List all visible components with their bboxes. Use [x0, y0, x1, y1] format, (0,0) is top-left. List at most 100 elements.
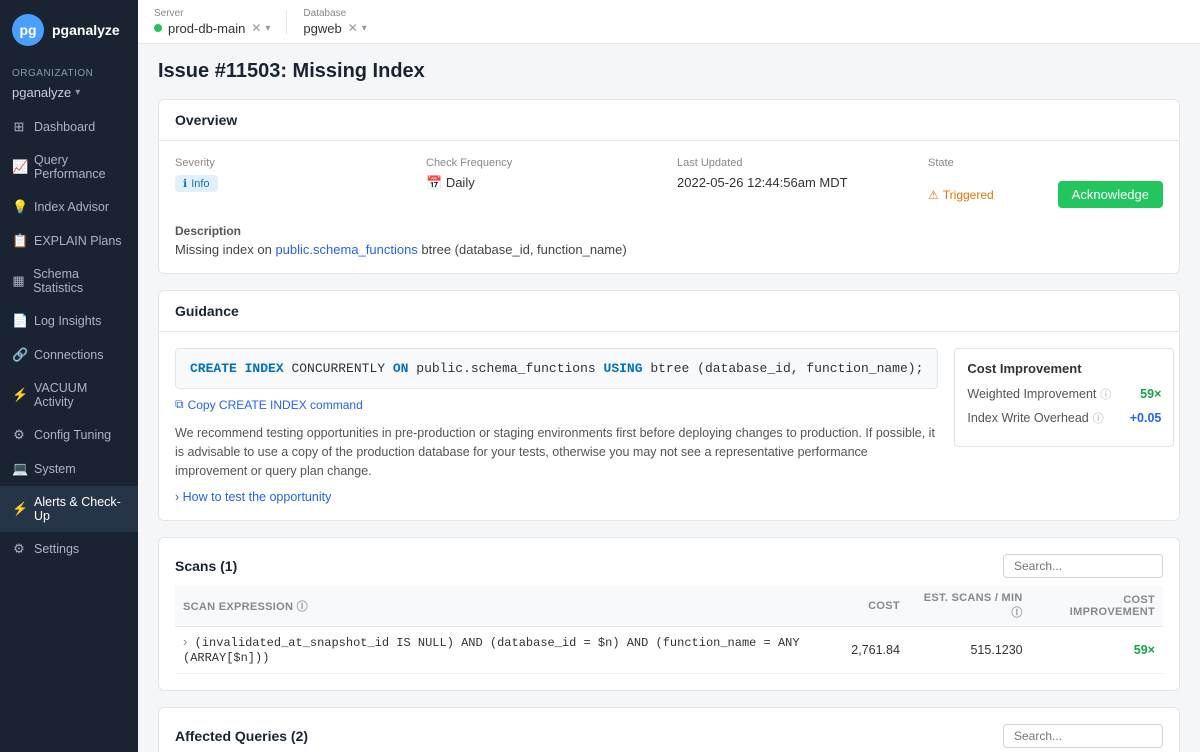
- database-dropdown-button[interactable]: ▾: [362, 23, 367, 34]
- sidebar-item-explain-plans[interactable]: 📋 EXPLAIN Plans: [0, 224, 138, 258]
- affected-queries-card: Affected Queries (2) QUERY ID QUERY AVG …: [158, 707, 1180, 752]
- weighted-improvement-row: Weighted Improvement ⓘ 59×: [967, 386, 1161, 402]
- alert-icon: ⚡: [12, 501, 26, 517]
- clipboard-icon: 📋: [12, 233, 26, 249]
- row-expand-icon[interactable]: ›: [183, 635, 187, 649]
- sidebar-item-schema-statistics[interactable]: ▦ Schema Statistics: [0, 258, 138, 304]
- code-block: CREATE INDEX CONCURRENTLY ON public.sche…: [175, 348, 938, 389]
- org-label: ORGANIZATION: [0, 60, 138, 83]
- sidebar: pg pganalyze ORGANIZATION pganalyze ▾ ⊞ …: [0, 0, 138, 752]
- weighted-improvement-info-icon[interactable]: ⓘ: [1100, 386, 1111, 402]
- acknowledge-button[interactable]: Acknowledge: [1058, 181, 1163, 208]
- copy-icon: ⧉: [175, 397, 184, 412]
- scans-card: Scans (1) SCAN EXPRESSION ⓘ COST EST. SC…: [158, 537, 1180, 691]
- sidebar-logo: pg pganalyze: [0, 0, 138, 60]
- org-name: pganalyze ▾: [0, 83, 138, 110]
- topbar: Server prod-db-main ✕ ▾ Database pgweb ✕…: [138, 0, 1200, 44]
- sidebar-item-vacuum-activity[interactable]: ⚡ VACUUM Activity: [0, 372, 138, 418]
- state-value: ⚠ Triggered: [928, 188, 994, 202]
- description-text: Missing index on public.schema_functions…: [175, 242, 1163, 257]
- scan-scans-per-min-cell: 515.1230: [908, 627, 1031, 674]
- trigger-icon: ⚠: [928, 188, 939, 202]
- scans-col-improvement: COST IMPROVEMENT: [1031, 586, 1163, 627]
- guidance-header: Guidance: [159, 291, 1179, 332]
- config-icon: ⚙: [12, 427, 26, 443]
- server-dropdown-button[interactable]: ▾: [265, 23, 270, 34]
- check-frequency-value: 📅 Daily: [426, 175, 661, 191]
- sidebar-item-settings[interactable]: ⚙ Settings: [0, 532, 138, 566]
- logo-icon: pg: [12, 14, 44, 46]
- severity-label: Severity: [175, 157, 410, 169]
- guidance-body: CREATE INDEX CONCURRENTLY ON public.sche…: [159, 332, 1179, 520]
- check-frequency-label: Check Frequency: [426, 157, 661, 169]
- last-updated-label: Last Updated: [677, 157, 912, 169]
- queries-search-input[interactable]: [1003, 724, 1163, 748]
- scans-title: Scans (1): [175, 558, 237, 574]
- description-label: Description: [175, 224, 1163, 238]
- guidance-main: CREATE INDEX CONCURRENTLY ON public.sche…: [175, 348, 938, 504]
- scan-cost-improvement-cell: 59×: [1031, 627, 1163, 674]
- link-icon: 🔗: [12, 347, 26, 363]
- sidebar-item-config-tuning[interactable]: ⚙ Config Tuning: [0, 418, 138, 452]
- queries-header-row: Affected Queries (2): [175, 724, 1163, 748]
- page-title: Issue #11503: Missing Index: [158, 60, 1180, 83]
- guidance-side: Cost Improvement Weighted Improvement ⓘ …: [954, 348, 1174, 504]
- server-value: prod-db-main: [168, 21, 245, 36]
- how-to-test-link[interactable]: › How to test the opportunity: [175, 490, 938, 504]
- server-clear-button[interactable]: ✕: [251, 21, 261, 35]
- sidebar-item-index-advisor[interactable]: 💡 Index Advisor: [0, 190, 138, 224]
- scans-header-row: Scans (1): [175, 554, 1163, 578]
- last-updated-value: 2022-05-26 12:44:56am MDT: [677, 175, 912, 190]
- overview-grid: Severity ℹ Info Check Frequency 📅 Daily: [159, 141, 1179, 224]
- sidebar-item-dashboard[interactable]: ⊞ Dashboard: [0, 110, 138, 144]
- weighted-improvement-value: 59×: [1140, 387, 1161, 401]
- main-area: Server prod-db-main ✕ ▾ Database pgweb ✕…: [138, 0, 1200, 752]
- index-write-overhead-info-icon[interactable]: ⓘ: [1093, 410, 1104, 426]
- overview-card: Overview Severity ℹ Info Check Frequency…: [158, 99, 1180, 274]
- database-label: Database: [303, 8, 366, 19]
- scans-table: SCAN EXPRESSION ⓘ COST EST. SCANS / MIN …: [175, 586, 1163, 674]
- est-scans-info-icon[interactable]: ⓘ: [1011, 607, 1022, 619]
- dashboard-icon: ⊞: [12, 119, 26, 135]
- server-label: Server: [154, 8, 270, 19]
- queries-body: Affected Queries (2) QUERY ID QUERY AVG …: [159, 708, 1179, 752]
- chart-icon: 📈: [12, 159, 26, 175]
- sidebar-item-system[interactable]: 💻 System: [0, 452, 138, 486]
- copy-create-index-link[interactable]: ⧉ Copy CREATE INDEX command: [175, 397, 938, 412]
- index-write-overhead-value: +0.05: [1130, 411, 1162, 425]
- server-section: Server prod-db-main ✕ ▾: [154, 8, 270, 36]
- scans-search-input[interactable]: [1003, 554, 1163, 578]
- logo-text: pganalyze: [52, 22, 120, 38]
- description-section: Description Missing index on public.sche…: [159, 224, 1179, 273]
- sidebar-item-query-performance[interactable]: 📈 Query Performance: [0, 144, 138, 190]
- content-area: Issue #11503: Missing Index Overview Sev…: [138, 44, 1200, 752]
- cost-improvement-title: Cost Improvement: [967, 361, 1161, 376]
- weighted-improvement-label: Weighted Improvement ⓘ: [967, 386, 1111, 402]
- last-updated-item: Last Updated 2022-05-26 12:44:56am MDT: [677, 157, 912, 208]
- queries-title: Affected Queries (2): [175, 728, 308, 744]
- document-icon: 📄: [12, 313, 26, 329]
- settings-icon: ⚙: [12, 541, 26, 557]
- index-write-overhead-row: Index Write Overhead ⓘ +0.05: [967, 410, 1161, 426]
- sidebar-item-connections[interactable]: 🔗 Connections: [0, 338, 138, 372]
- server-value-row: prod-db-main ✕ ▾: [154, 21, 270, 36]
- sidebar-item-alerts[interactable]: ⚡ Alerts & Check-Up: [0, 486, 138, 532]
- database-section: Database pgweb ✕ ▾: [303, 8, 366, 36]
- database-clear-button[interactable]: ✕: [348, 21, 358, 35]
- scan-expr-cell: › (invalidated_at_snapshot_id IS NULL) A…: [175, 627, 843, 674]
- index-write-overhead-label: Index Write Overhead ⓘ: [967, 410, 1103, 426]
- check-frequency-item: Check Frequency 📅 Daily: [426, 157, 661, 208]
- guidance-layout: CREATE INDEX CONCURRENTLY ON public.sche…: [175, 348, 1163, 504]
- scan-cost-cell: 2,761.84: [843, 627, 908, 674]
- scans-body: Scans (1) SCAN EXPRESSION ⓘ COST EST. SC…: [159, 538, 1179, 690]
- schema-functions-link[interactable]: public.schema_functions: [275, 242, 417, 257]
- database-value-row: pgweb ✕ ▾: [303, 21, 366, 36]
- scans-col-scans: EST. SCANS / MIN ⓘ: [908, 586, 1031, 627]
- guidance-card: Guidance CREATE INDEX CONCURRENTLY ON pu…: [158, 290, 1180, 521]
- scan-expr-info-icon[interactable]: ⓘ: [297, 601, 308, 613]
- guidance-recommendation-text: We recommend testing opportunities in pr…: [175, 424, 938, 480]
- calendar-icon: 📅: [426, 175, 442, 190]
- severity-badge: ℹ Info: [175, 175, 410, 192]
- scans-col-expr: SCAN EXPRESSION ⓘ: [175, 586, 843, 627]
- sidebar-item-log-insights[interactable]: 📄 Log Insights: [0, 304, 138, 338]
